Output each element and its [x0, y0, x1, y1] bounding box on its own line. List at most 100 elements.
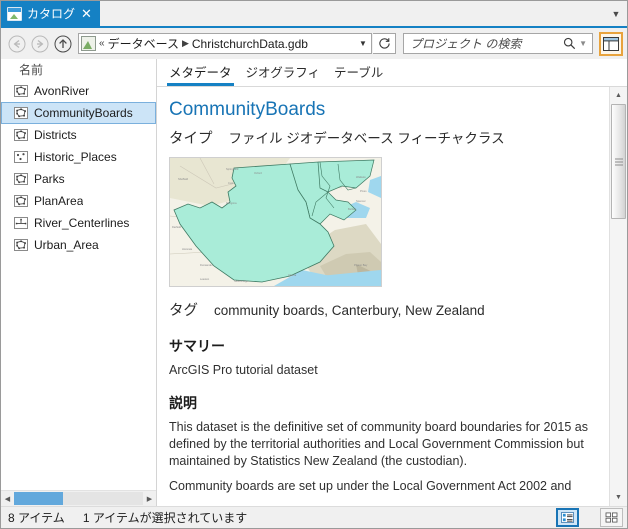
tab-geography[interactable]: ジオグラフィ — [244, 62, 323, 86]
breadcrumb-overflow-icon[interactable]: « — [99, 38, 105, 49]
panel-layout-button[interactable] — [599, 31, 623, 56]
tree-item-list: AvonRiver CommunityBoards Districts Histori… — [1, 79, 156, 490]
tags-label: タグ — [169, 303, 198, 319]
description-heading: 説明 — [169, 395, 197, 411]
svg-text:Belfast: Belfast — [348, 207, 356, 211]
metadata-panel: メタデータ ジオグラフィ テーブル CommunityBoards タイプ ファイル… — [157, 59, 627, 506]
tree-item-label: AvonRiver — [34, 84, 90, 98]
description-paragraph-2: Community boards are set up under the Lo… — [169, 479, 572, 493]
vscroll-thumb[interactable] — [611, 104, 626, 219]
polygon-feature-icon — [14, 85, 28, 97]
content-area: 名前 AvonRiver CommunityBoards Districts Hist… — [1, 59, 627, 506]
tree-item-label: Urban_Area — [34, 238, 99, 252]
scroll-down-icon[interactable]: ▼ — [610, 489, 627, 506]
tree-item-label: Districts — [34, 128, 77, 142]
tree-item-urban_area[interactable]: Urban_Area — [1, 234, 156, 256]
tags-value: community boards, Canterbury, New Zealan… — [214, 303, 485, 318]
svg-text:Pines: Pines — [360, 189, 367, 193]
polygon-feature-icon — [14, 128, 28, 142]
tree-item-communityboards[interactable]: CommunityBoards — [1, 102, 156, 124]
scroll-right-icon[interactable]: ▶ — [143, 492, 156, 505]
tab-catalog[interactable]: カタログ ✕ — [1, 1, 100, 26]
svg-text:Darfield: Darfield — [172, 225, 181, 229]
type-label: タイプ — [169, 131, 213, 147]
line-feature-icon — [14, 217, 28, 229]
polygon-feature-icon — [14, 107, 28, 119]
type-value: ファイル ジオデータベース フィーチャクラス — [228, 131, 505, 146]
point-feature-icon — [14, 150, 28, 164]
svg-text:Dunsandel: Dunsandel — [200, 263, 213, 267]
tree-horizontal-scrollbar[interactable]: ◀ ▶ — [1, 490, 156, 506]
tree-item-planarea[interactable]: PlanArea — [1, 190, 156, 212]
scroll-up-icon[interactable]: ▲ — [610, 87, 627, 104]
tree-item-label: CommunityBoards — [34, 106, 133, 120]
tile-view-button[interactable] — [600, 508, 623, 527]
page-title: CommunityBoards — [169, 99, 326, 120]
svg-text:Rangiora: Rangiora — [226, 201, 237, 205]
svg-text:Oxford: Oxford — [254, 171, 262, 175]
polygon-feature-icon — [14, 238, 28, 252]
hscroll-track[interactable] — [14, 492, 143, 505]
chevron-down-icon[interactable]: ▼ — [605, 1, 627, 26]
back-arrow-icon[interactable] — [6, 33, 28, 55]
summary-heading: サマリー — [169, 338, 225, 354]
search-dropdown-icon[interactable]: ▼ — [576, 39, 590, 48]
summary-body: ArcGIS Pro tutorial dataset — [169, 363, 318, 377]
line-feature-icon — [14, 216, 28, 230]
tile-view-icon — [605, 512, 618, 523]
point-feature-icon — [14, 151, 28, 163]
search-box[interactable]: ▼ — [403, 33, 593, 54]
polygon-feature-icon — [14, 194, 28, 208]
svg-text:Akaroa: Akaroa — [288, 273, 297, 277]
tab-table[interactable]: テーブル — [332, 62, 385, 86]
polygon-feature-icon — [14, 84, 28, 98]
metadata-scroll-content: CommunityBoards タイプ ファイル ジオデータベース フィーチャク… — [157, 87, 609, 506]
svg-text:Sheffield: Sheffield — [178, 177, 189, 181]
map-thumbnail: Springfield Oxford Cust Sheffield Rangio… — [169, 157, 382, 287]
metadata-body: CommunityBoards タイプ ファイル ジオデータベース フィーチャク… — [157, 87, 627, 506]
tree-item-parks[interactable]: Parks — [1, 168, 156, 190]
breadcrumb-item-database[interactable]: データベース — [108, 35, 179, 52]
tree-item-river_centerlines[interactable]: River_Centerlines — [1, 212, 156, 234]
forward-arrow-icon[interactable] — [29, 33, 51, 55]
address-bar[interactable]: « データベース ▶ ChristchurchData.gdb ▼ — [78, 33, 372, 54]
tree-column-header[interactable]: 名前 — [1, 59, 156, 79]
close-icon[interactable]: ✕ — [80, 7, 93, 20]
metadata-vertical-scrollbar[interactable]: ▲ ▼ — [609, 87, 627, 506]
polygon-feature-icon — [14, 106, 28, 120]
vscroll-track[interactable] — [610, 104, 627, 489]
breadcrumb-separator-icon: ▶ — [181, 38, 189, 48]
address-dropdown-icon[interactable]: ▼ — [355, 34, 371, 53]
svg-text:Springfield: Springfield — [226, 167, 239, 171]
tree-item-label: River_Centerlines — [34, 216, 130, 230]
svg-text:Leeston: Leeston — [200, 277, 210, 281]
tree-item-label: Historic_Places — [34, 150, 117, 164]
status-bar: 8 アイテム 1 アイテムが選択されています — [1, 506, 627, 528]
item-count: 8 アイテム — [8, 511, 65, 525]
tab-metadata[interactable]: メタデータ — [167, 62, 234, 86]
breadcrumb-item-gdb[interactable]: ChristchurchData.gdb — [192, 37, 308, 51]
tree-item-avonriver[interactable]: AvonRiver — [1, 80, 156, 102]
tree-item-label: Parks — [34, 172, 65, 186]
catalog-window: カタログ ✕ ▼ « データベース ▶ ChristchurchData.gdb… — [0, 0, 628, 529]
tree-item-historic_places[interactable]: Historic_Places — [1, 146, 156, 168]
tab-strip: カタログ ✕ ▼ — [1, 1, 627, 26]
up-arrow-icon[interactable] — [52, 33, 74, 55]
tree-item-label: PlanArea — [34, 194, 84, 208]
list-view-button[interactable] — [556, 508, 579, 527]
scroll-left-icon[interactable]: ◀ — [1, 492, 14, 505]
search-input[interactable] — [410, 36, 564, 51]
tab-catalog-label: カタログ — [27, 6, 76, 21]
svg-text:Cust: Cust — [228, 181, 234, 185]
metadata-tab-bar: メタデータ ジオグラフィ テーブル — [157, 59, 627, 87]
description-paragraph-1: This dataset is the definitive set of co… — [169, 420, 588, 468]
list-view-icon — [561, 512, 574, 523]
polygon-feature-icon — [14, 129, 28, 141]
svg-text:Hororata: Hororata — [182, 247, 193, 251]
polygon-feature-icon — [14, 239, 28, 251]
refresh-button[interactable] — [373, 33, 396, 54]
tree-item-districts[interactable]: Districts — [1, 124, 156, 146]
search-icon[interactable] — [563, 37, 576, 50]
hscroll-thumb[interactable] — [14, 492, 64, 505]
navigation-bar: « データベース ▶ ChristchurchData.gdb ▼ ▼ — [1, 28, 627, 59]
